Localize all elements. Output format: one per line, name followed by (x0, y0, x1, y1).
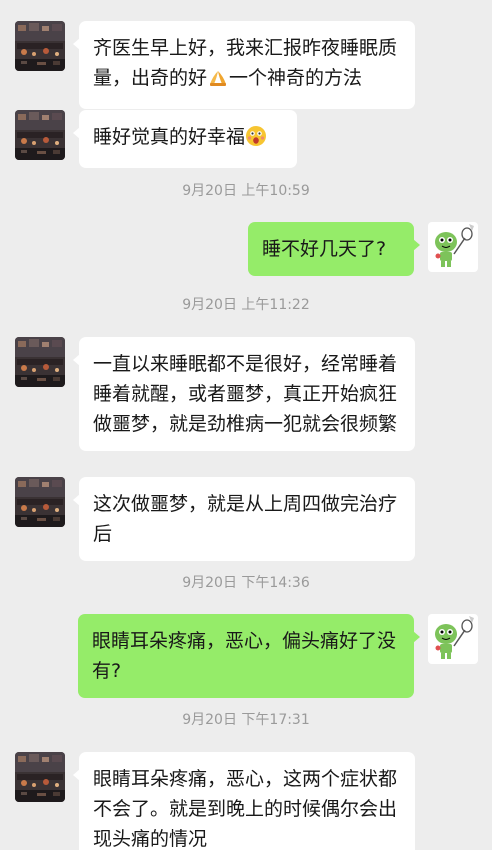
surprised-face-emoji (245, 125, 267, 156)
message-text: 眼睛耳朵疼痛，恶心，这两个症状都不会了。就是到晚上的时候偶尔会出现头痛的情况 (93, 768, 398, 850)
message-bubble[interactable]: 睡不好几天了? (248, 222, 420, 276)
pray-hands-emoji (207, 66, 229, 97)
contact-avatar[interactable] (15, 477, 65, 527)
message-bubble[interactable]: 齐医生早上好，我来汇报昨夜睡眠质量，出奇的好 一个神奇的方法 (73, 21, 415, 109)
contact-avatar[interactable] (15, 752, 65, 802)
message-text: 一直以来睡眠都不是很好，经常睡着睡着就醒，或者噩梦，真正开始疯狂做噩梦，就是劲椎… (93, 353, 398, 435)
message-bubble[interactable]: 睡好觉真的好幸福 (73, 110, 297, 168)
message-text: 眼睛耳朵疼痛，恶心，偏头痛好了没有? (92, 630, 397, 682)
timestamp: 9月20日 上午10:59 (182, 183, 310, 199)
message-text: 睡不好几天了? (262, 238, 387, 260)
self-avatar[interactable] (428, 222, 478, 272)
chat-history[interactable]: 齐医生早上好，我来汇报昨夜睡眠质量，出奇的好 一个神奇的方法 睡好觉真的好幸福 9… (0, 0, 492, 850)
timestamp: 9月20日 上午11:22 (182, 297, 310, 313)
message-text: 一个神奇的方法 (229, 67, 363, 89)
contact-avatar[interactable] (15, 337, 65, 387)
message-text: 睡好觉真的好幸福 (93, 126, 246, 148)
contact-avatar[interactable] (15, 110, 65, 160)
message-text: 这次做噩梦，就是从上周四做完治疗后 (93, 493, 398, 545)
timestamp: 9月20日 下午14:36 (182, 575, 310, 591)
message-bubble[interactable]: 眼睛耳朵疼痛，恶心，偏头痛好了没有? (78, 614, 420, 698)
message-bubble[interactable]: 眼睛耳朵疼痛，恶心，这两个症状都不会了。就是到晚上的时候偶尔会出现头痛的情况 (73, 752, 415, 850)
self-avatar[interactable] (428, 614, 478, 664)
contact-avatar[interactable] (15, 21, 65, 71)
message-bubble[interactable]: 一直以来睡眠都不是很好，经常睡着睡着就醒，或者噩梦，真正开始疯狂做噩梦，就是劲椎… (73, 337, 415, 451)
message-bubble[interactable]: 这次做噩梦，就是从上周四做完治疗后 (73, 477, 415, 561)
timestamp: 9月20日 下午17:31 (182, 712, 310, 728)
